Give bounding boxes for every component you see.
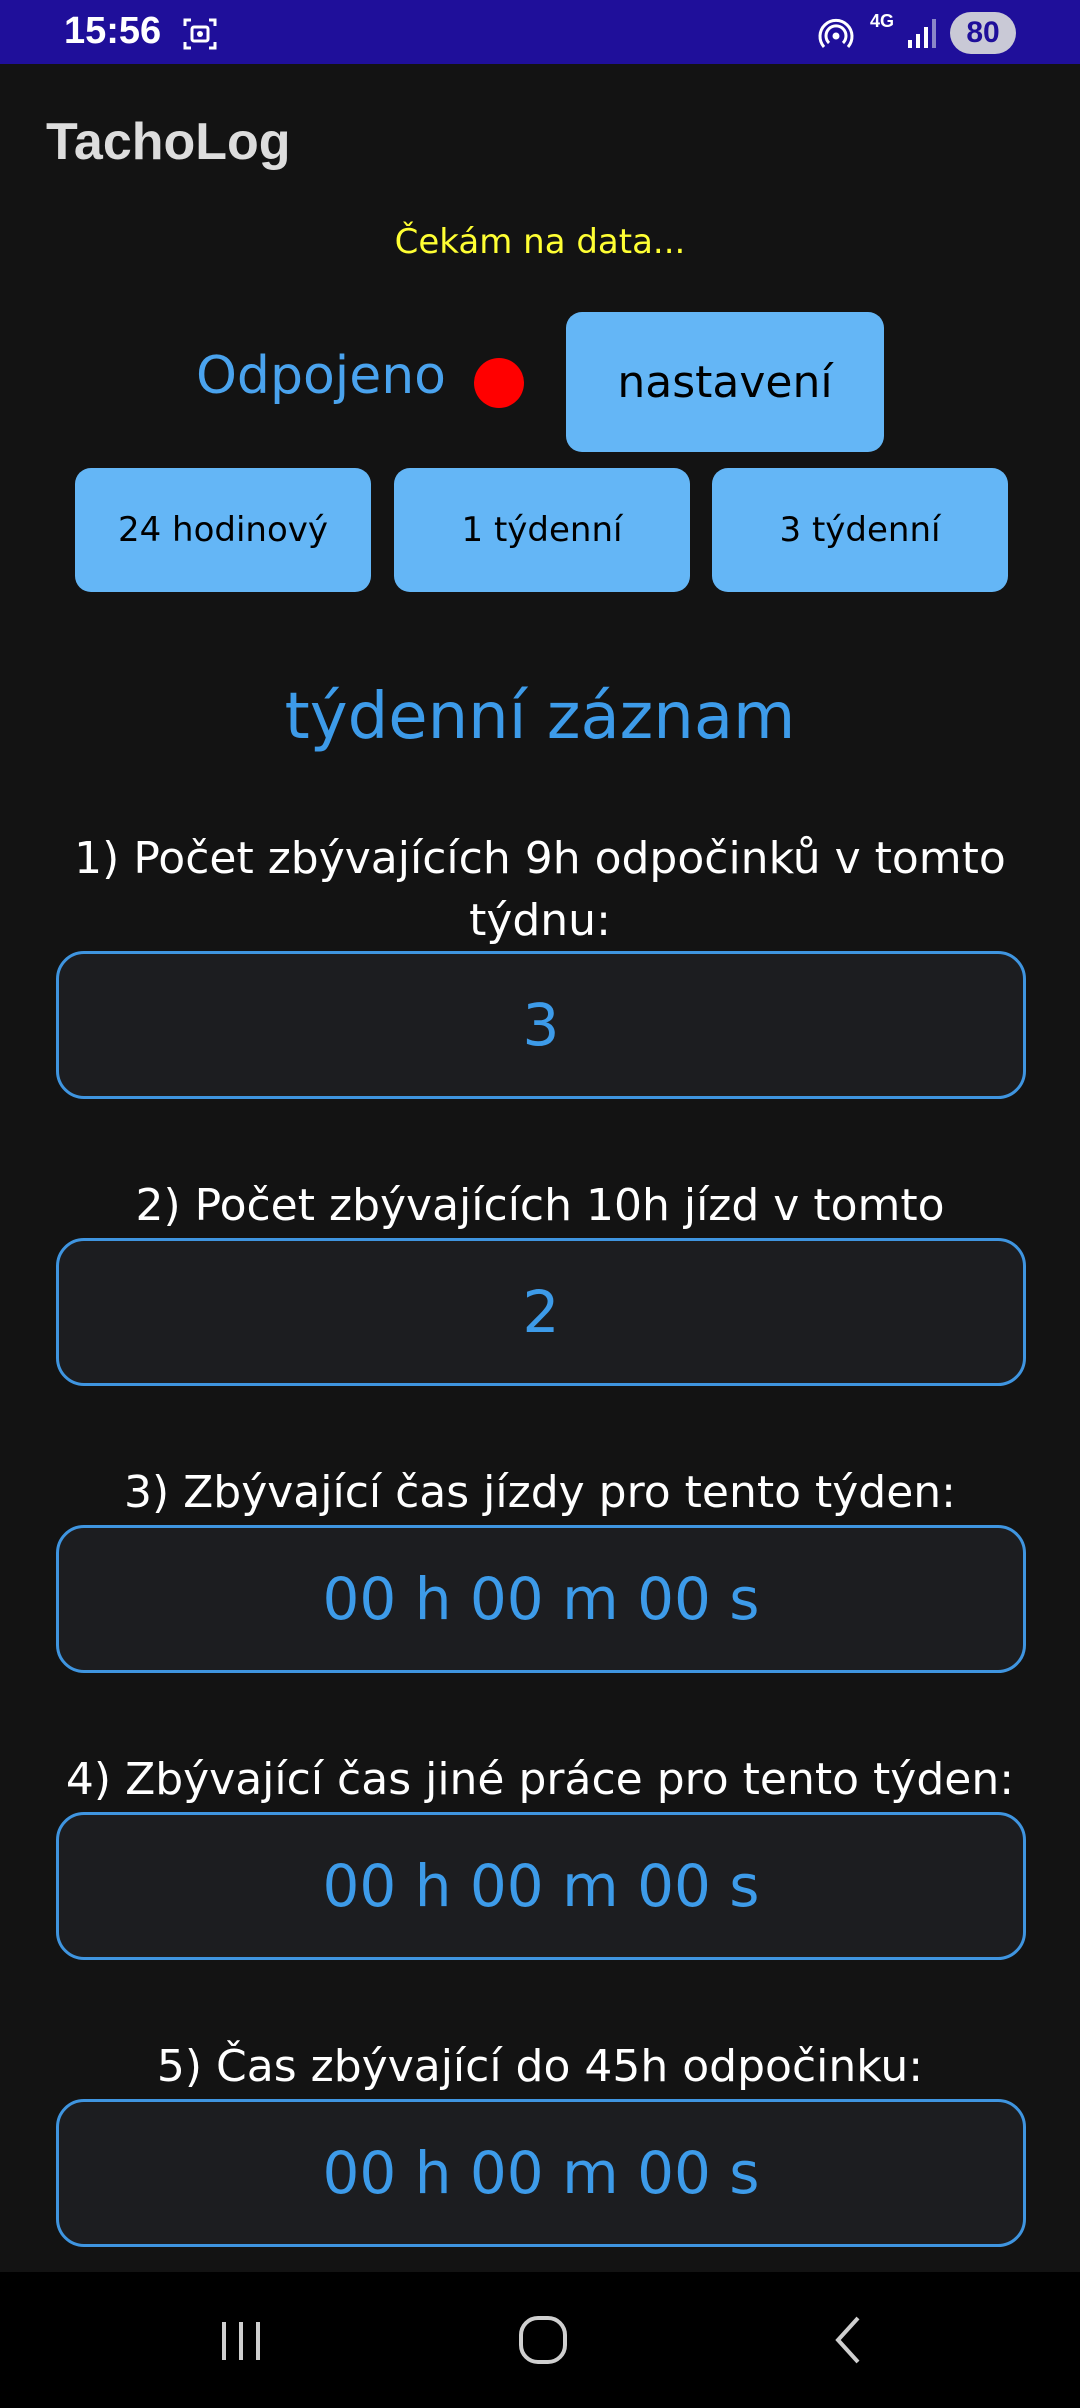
field-value-box: 00 h 00 m 00 s: [56, 1525, 1026, 1673]
field-label: 1) Počet zbývajících 9h odpočinků v tomt…: [74, 833, 1006, 946]
screen-record-icon: [182, 16, 218, 56]
field-value-box: 3: [56, 951, 1026, 1099]
status-time: 15:56: [64, 10, 162, 52]
navigation-bar: [0, 2272, 1080, 2408]
recent-apps-icon[interactable]: [214, 2314, 268, 2372]
field-label: 5) Čas zbývající do 45h odpočinku:: [156, 2041, 924, 2092]
signal-icon: [906, 16, 940, 54]
field-value-box: 2: [56, 1238, 1026, 1386]
mode-1-week-button[interactable]: 1 týdenní: [394, 468, 690, 592]
status-bar: 15:56 4G 80: [0, 0, 1080, 64]
mode-24h-button[interactable]: 24 hodinový: [75, 468, 371, 592]
section-title: týdenní záznam: [284, 680, 796, 754]
field-value-box: 00 h 00 m 00 s: [56, 1812, 1026, 1960]
app-title: TachoLog: [46, 113, 291, 171]
back-icon[interactable]: [824, 2312, 874, 2372]
settings-button[interactable]: nastavení: [566, 312, 884, 452]
battery-icon: 80: [950, 12, 1016, 54]
home-icon[interactable]: [516, 2312, 570, 2372]
network-4g-icon: 4G: [870, 11, 895, 31]
mode-3-week-button[interactable]: 3 týdenní: [712, 468, 1008, 592]
status-message: Čekám na data...: [394, 222, 686, 262]
connection-status: Odpojeno: [196, 346, 446, 406]
field-label: 4) Zbývající čas jiné práce pro tento tý…: [65, 1754, 1015, 1805]
field-label: 3) Zbývající čas jízdy pro tento týden:: [123, 1467, 956, 1518]
hotspot-icon: [818, 16, 854, 56]
field-value-box: 00 h 00 m 00 s: [56, 2099, 1026, 2247]
connection-indicator-dot: [474, 358, 524, 408]
